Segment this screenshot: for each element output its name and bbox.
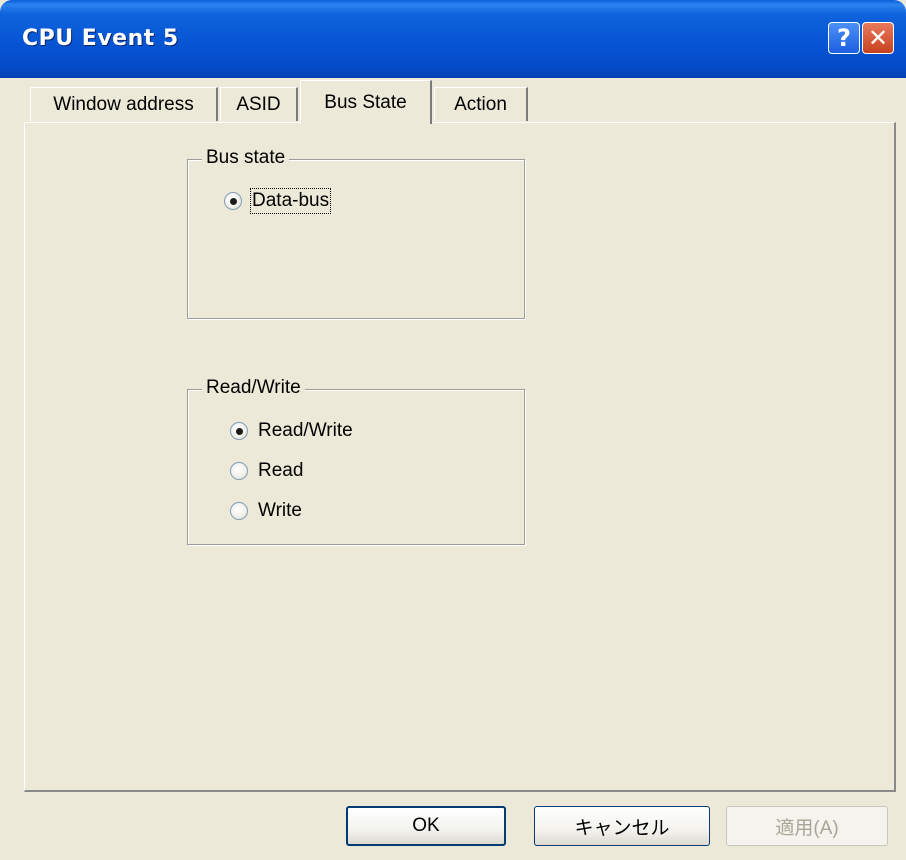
- cancel-button[interactable]: キャンセル: [534, 806, 710, 846]
- radio-button[interactable]: [224, 192, 242, 210]
- radio-button[interactable]: [230, 502, 248, 520]
- tab-bus-state[interactable]: Bus State: [300, 80, 432, 124]
- help-icon[interactable]: ?: [828, 22, 860, 54]
- radio-label-read[interactable]: Read: [258, 460, 303, 482]
- title-bar[interactable]: CPU Event 5 ? ✕: [0, 0, 906, 78]
- radio-label-write[interactable]: Write: [258, 500, 302, 522]
- tab-asid[interactable]: ASID: [220, 87, 298, 121]
- radio-read[interactable]: Read: [230, 460, 303, 482]
- window-title: CPU Event 5: [22, 26, 179, 51]
- radio-read-write[interactable]: Read/Write: [230, 420, 353, 442]
- radio-label-data-bus[interactable]: Data-bus: [249, 188, 332, 214]
- radio-button[interactable]: [230, 422, 248, 440]
- tab-action[interactable]: Action: [434, 87, 528, 121]
- radio-write[interactable]: Write: [230, 500, 302, 522]
- tab-window-address[interactable]: Window address: [30, 87, 218, 121]
- bus-state-group: Bus state Data-bus: [187, 147, 525, 319]
- bus-state-legend: Bus state: [202, 147, 290, 169]
- radio-data-bus[interactable]: Data-bus: [224, 188, 332, 214]
- close-icon[interactable]: ✕: [862, 22, 894, 54]
- radio-button[interactable]: [230, 462, 248, 480]
- apply-button[interactable]: 適用(A): [726, 806, 888, 846]
- tab-page-bus-state: Bus state Data-bus Read/Write Read/Write…: [24, 122, 896, 792]
- read-write-group: Read/Write Read/Write Read Write: [187, 377, 525, 545]
- tab-strip: Window address ASID Bus State Action: [0, 78, 906, 124]
- radio-label-read-write[interactable]: Read/Write: [258, 420, 353, 442]
- ok-button[interactable]: OK: [346, 806, 506, 846]
- read-write-legend: Read/Write: [202, 377, 305, 399]
